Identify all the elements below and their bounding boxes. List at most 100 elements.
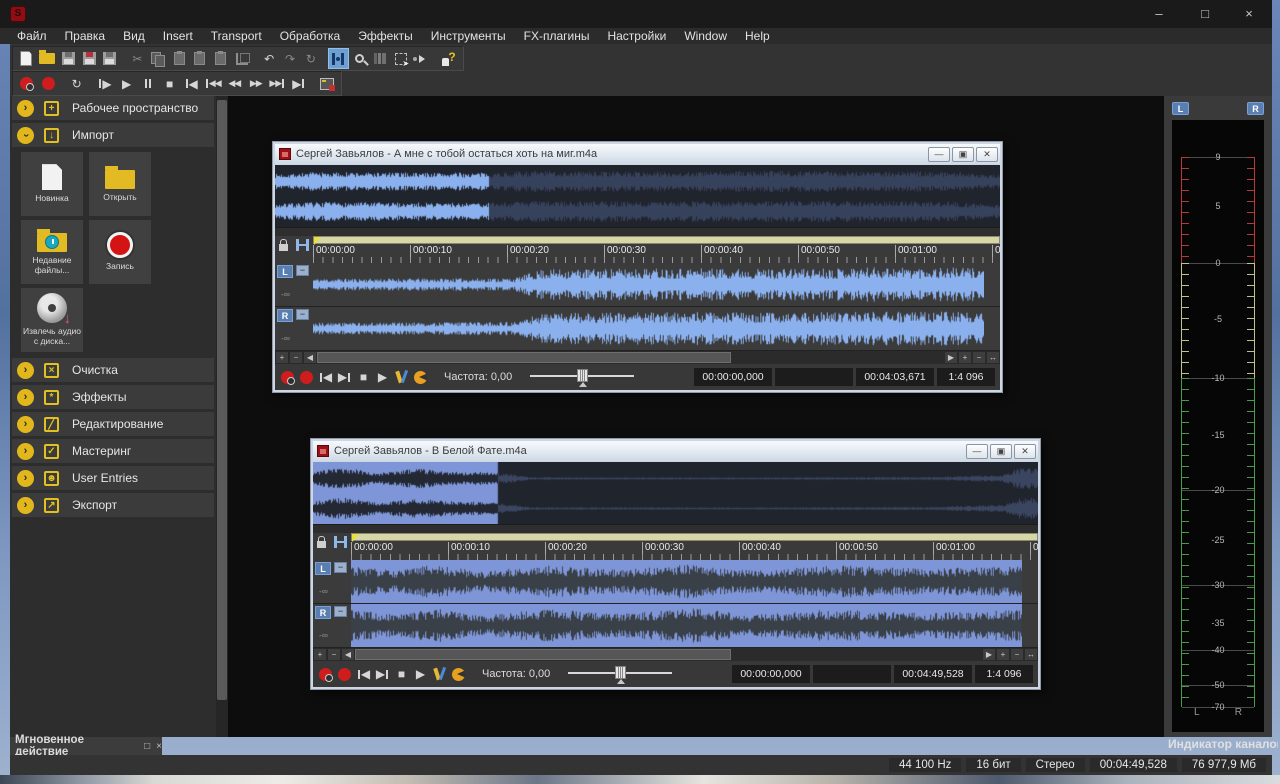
record-remote-button[interactable] bbox=[316, 664, 335, 684]
envelope-tool-button[interactable] bbox=[370, 48, 391, 69]
play-button[interactable]: ▶ bbox=[373, 367, 392, 387]
overview-waveform[interactable] bbox=[313, 462, 1038, 524]
document-titlebar[interactable]: Сергей Завьялов - В Белой Фате.m4a — ▣ ✕ bbox=[313, 441, 1038, 461]
scrollbar-thumb[interactable] bbox=[317, 352, 731, 363]
tile-recent-files[interactable]: Недавние файлы... bbox=[21, 220, 83, 284]
record-button[interactable] bbox=[335, 664, 354, 684]
channel-minimize-button[interactable]: − bbox=[334, 606, 347, 617]
scroll-right-button[interactable]: ▶ bbox=[944, 351, 958, 364]
sidebar-section-экспорт[interactable]: ›↗Экспорт bbox=[12, 493, 214, 517]
record-button[interactable] bbox=[38, 73, 60, 94]
menu-item-правка[interactable]: Правка bbox=[56, 28, 115, 44]
save-button[interactable] bbox=[58, 48, 79, 69]
zoom-out-button[interactable]: − bbox=[972, 351, 986, 364]
tile-extract-audio[interactable]: Извлечь аудио с диска... bbox=[21, 288, 83, 352]
menu-item-window[interactable]: Window bbox=[675, 28, 736, 44]
scrollbar-track[interactable] bbox=[317, 351, 944, 364]
forward-all-button[interactable]: ▶▶ bbox=[267, 73, 289, 94]
marker-tool-button[interactable] bbox=[430, 664, 449, 684]
rewind-button[interactable]: ◀◀ bbox=[223, 73, 245, 94]
channel-minimize-button[interactable]: − bbox=[334, 562, 347, 573]
edit-cursor-icon[interactable] bbox=[296, 239, 309, 251]
marker-tool-button[interactable] bbox=[392, 367, 411, 387]
instant-action-tab[interactable]: Мгновенное действие □ × bbox=[10, 737, 162, 755]
document-window-2[interactable]: Сергей Завьялов - В Белой Фате.m4a — ▣ ✕… bbox=[310, 438, 1041, 690]
left-waveform[interactable] bbox=[313, 263, 984, 306]
sidebar-section-эффекты[interactable]: ›*Эффекты bbox=[12, 385, 214, 409]
zoom-tool-button[interactable] bbox=[349, 48, 370, 69]
record-cd-button[interactable] bbox=[16, 73, 38, 94]
save-all-button[interactable] bbox=[99, 48, 120, 69]
trim-button[interactable] bbox=[231, 48, 252, 69]
doc-minimize-button[interactable]: — bbox=[966, 444, 988, 459]
menu-item-вид[interactable]: Вид bbox=[114, 28, 154, 44]
stop-button[interactable]: ■ bbox=[159, 73, 181, 94]
right-channel-row[interactable]: R − -∞ bbox=[275, 307, 1000, 351]
save-as-button[interactable] bbox=[79, 48, 100, 69]
right-channel-row[interactable]: R − -∞ bbox=[313, 604, 1038, 648]
undo-button[interactable]: ↶ bbox=[259, 48, 280, 69]
time-ruler[interactable]: 00:00:0000:00:1000:00:2000:00:3000:00:40… bbox=[275, 236, 1000, 263]
forward-button[interactable]: ▶▶ bbox=[245, 73, 267, 94]
zoom-in-button[interactable]: + bbox=[275, 351, 289, 364]
app-maximize-button[interactable]: □ bbox=[1190, 4, 1220, 24]
menu-item-fx-плагины[interactable]: FX-плагины bbox=[515, 28, 599, 44]
left-channel-button[interactable]: L bbox=[277, 265, 293, 278]
left-channel-row[interactable]: L − -∞ bbox=[275, 263, 1000, 307]
menu-item-файл[interactable]: Файл bbox=[8, 28, 56, 44]
menu-item-эффекты[interactable]: Эффекты bbox=[349, 28, 422, 44]
document-window-1[interactable]: Сергей Завьялов - А мне с тобой остаться… bbox=[272, 141, 1003, 393]
zoom-out-button[interactable]: − bbox=[1010, 648, 1024, 661]
record-button[interactable] bbox=[297, 367, 316, 387]
loop-region-bar[interactable] bbox=[351, 533, 1038, 541]
zoom-in-button[interactable]: + bbox=[958, 351, 972, 364]
play-button[interactable]: ▶ bbox=[116, 73, 138, 94]
go-to-end-button[interactable]: ▶ bbox=[288, 73, 310, 94]
play-all-button[interactable]: ▶ bbox=[94, 73, 116, 94]
chevron-right-icon[interactable]: › bbox=[17, 100, 34, 117]
left-channel-button[interactable]: L bbox=[315, 562, 331, 575]
menu-item-insert[interactable]: Insert bbox=[154, 28, 202, 44]
chevron-right-icon[interactable]: › bbox=[17, 416, 34, 433]
zoom-in-button[interactable]: + bbox=[313, 648, 327, 661]
app-minimize-button[interactable]: – bbox=[1144, 4, 1174, 24]
scroll-left-button[interactable]: ◀ bbox=[303, 351, 317, 364]
rate-slider[interactable] bbox=[568, 666, 672, 682]
scroll-right-button[interactable]: ▶ bbox=[982, 648, 996, 661]
chevron-right-icon[interactable]: › bbox=[17, 389, 34, 406]
sidebar-section-рабочее-пространство[interactable]: ›+Рабочее пространство bbox=[12, 96, 214, 120]
scrub-control-button[interactable] bbox=[449, 664, 468, 684]
doc-restore-button[interactable]: ▣ bbox=[990, 444, 1012, 459]
scroll-left-button[interactable]: ◀ bbox=[341, 648, 355, 661]
scrollbar-thumb[interactable] bbox=[355, 649, 731, 660]
overview-waveform[interactable] bbox=[275, 165, 1000, 227]
tile-new-file[interactable]: Новинка bbox=[21, 152, 83, 216]
close-icon[interactable]: × bbox=[156, 741, 162, 752]
copy-button[interactable] bbox=[148, 48, 169, 69]
paste-button[interactable] bbox=[169, 48, 190, 69]
left-channel-row[interactable]: L − -∞ bbox=[313, 560, 1038, 604]
time-ruler[interactable]: 00:00:0000:00:1000:00:2000:00:3000:00:40… bbox=[313, 533, 1038, 560]
sidebar-section-редактирование[interactable]: ›╱Редактирование bbox=[12, 412, 214, 436]
doc-minimize-button[interactable]: — bbox=[928, 147, 950, 162]
loop-region-bar[interactable] bbox=[313, 236, 1000, 244]
slider-thumb[interactable] bbox=[577, 369, 588, 382]
event-tool-button[interactable] bbox=[391, 48, 412, 69]
go-to-start-button[interactable]: ◀ bbox=[316, 367, 335, 387]
zoom-in-button[interactable]: + bbox=[996, 648, 1010, 661]
tile-open-folder[interactable]: Открыть bbox=[89, 152, 151, 216]
go-to-start-button[interactable]: ◀ bbox=[180, 73, 202, 94]
sidebar-section-очистка[interactable]: ›×Очистка bbox=[12, 358, 214, 382]
pencil-tool-button[interactable] bbox=[412, 48, 433, 69]
go-to-start-button[interactable]: ◀ bbox=[354, 664, 373, 684]
right-waveform[interactable] bbox=[313, 307, 984, 350]
new-file-button[interactable] bbox=[16, 48, 37, 69]
go-to-end-button[interactable]: ▶ bbox=[373, 664, 392, 684]
zoom-out-button[interactable]: − bbox=[327, 648, 341, 661]
chevron-right-icon[interactable]: › bbox=[17, 497, 34, 514]
right-channel-button[interactable]: R bbox=[277, 309, 293, 322]
tile-record[interactable]: Запись bbox=[89, 220, 151, 284]
doc-restore-button[interactable]: ▣ bbox=[952, 147, 974, 162]
paste-special-button[interactable] bbox=[190, 48, 211, 69]
scrub-control-button[interactable] bbox=[411, 367, 430, 387]
